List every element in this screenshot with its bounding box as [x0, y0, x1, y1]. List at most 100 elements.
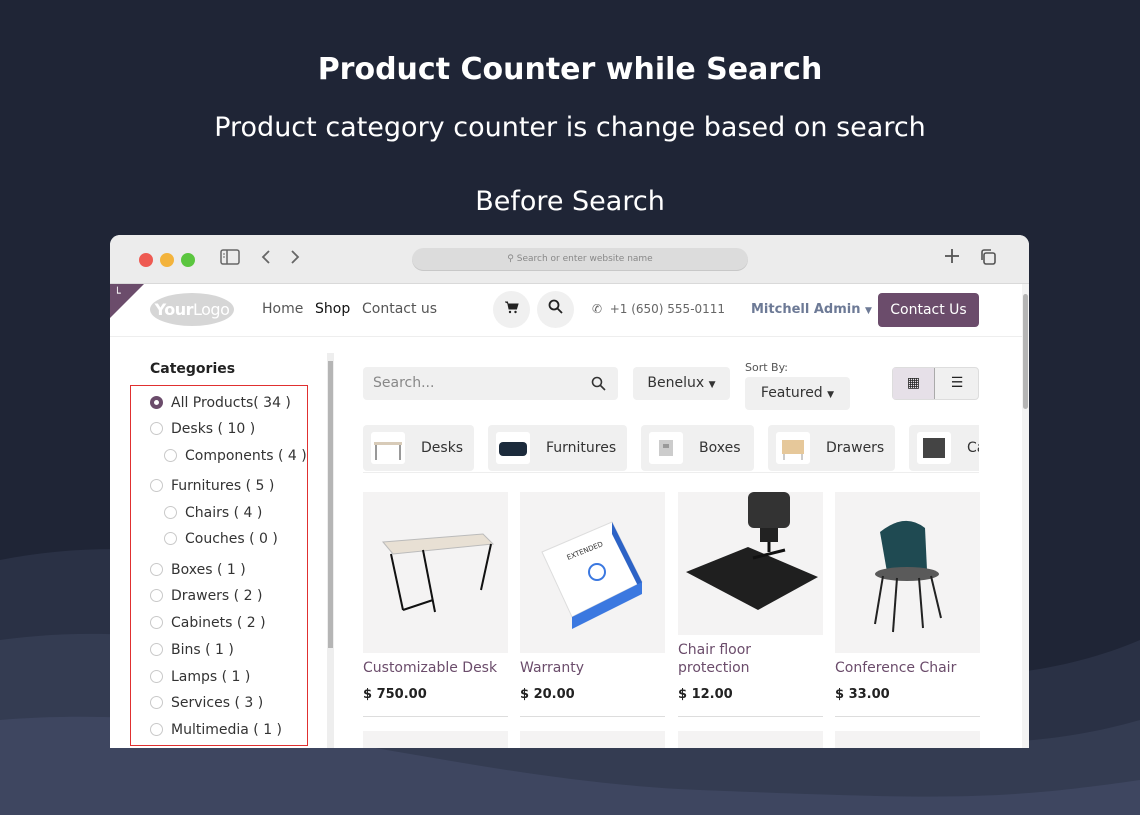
category-drawers[interactable]: Drawers ( 2 ) — [150, 588, 262, 604]
grid-view-icon[interactable]: ▦ — [893, 368, 935, 399]
phone-number[interactable]: ✆ +1 (650) 555-0111 — [592, 302, 725, 316]
user-menu[interactable]: Mitchell Admin ▼ — [751, 302, 872, 317]
product-price: $ 20.00 — [520, 687, 575, 702]
radio[interactable] — [150, 723, 163, 736]
contact-us-button[interactable]: Contact Us — [878, 293, 979, 327]
sidebar-scrollbar[interactable] — [327, 353, 334, 748]
category-couches[interactable]: Couches ( 0 ) — [164, 531, 278, 547]
site-logo[interactable]: YourLogo — [150, 293, 234, 326]
chip-label: Boxes — [699, 440, 741, 456]
radio[interactable] — [150, 479, 163, 492]
product-image-desk[interactable] — [363, 492, 508, 653]
category-label: Desks ( 10 ) — [171, 421, 256, 437]
product-card-partial[interactable] — [363, 731, 508, 748]
chip-cabinets[interactable]: Ca — [909, 425, 979, 471]
forward-icon[interactable] — [289, 249, 301, 270]
category-furnitures[interactable]: Furnitures ( 5 ) — [150, 478, 274, 494]
pricelist-dropdown[interactable]: Benelux ▼ — [633, 367, 730, 400]
page-scrollbar-thumb[interactable] — [1023, 294, 1028, 409]
radio[interactable] — [150, 643, 163, 656]
nav-contact[interactable]: Contact us — [362, 301, 437, 317]
address-placeholder: Search or enter website name — [516, 254, 653, 264]
chip-furnitures[interactable]: Furnitures — [488, 425, 627, 471]
page-scrollbar[interactable] — [1022, 284, 1029, 748]
category-all-products[interactable]: All Products( 34 ) — [150, 395, 291, 411]
divider — [520, 716, 665, 717]
hero-title: Product Counter while Search — [317, 52, 823, 87]
hero-subtitle: Product category counter is change based… — [214, 112, 926, 143]
category-services[interactable]: Services ( 3 ) — [150, 695, 263, 711]
sidebar-toggle-icon[interactable] — [220, 249, 240, 270]
nav-home[interactable]: Home — [262, 301, 303, 317]
product-name[interactable]: Warranty — [520, 659, 665, 677]
product-price: $ 33.00 — [835, 687, 890, 702]
chip-label: Furnitures — [546, 440, 617, 456]
drawer-thumbnail — [776, 432, 810, 464]
product-card[interactable]: Chair floor protection $ 12.00 — [678, 492, 823, 717]
sort-value: Featured — [760, 385, 823, 401]
product-name[interactable]: Customizable Desk — [363, 659, 508, 677]
radio[interactable] — [164, 532, 177, 545]
category-multimedia[interactable]: Multimedia ( 1 ) — [150, 722, 282, 738]
product-card-partial[interactable] — [678, 731, 823, 748]
divider — [835, 716, 980, 717]
plus-icon[interactable] — [943, 247, 961, 270]
maximize-window-button[interactable] — [181, 253, 195, 267]
nav-shop[interactable]: Shop — [315, 301, 350, 317]
radio[interactable] — [164, 506, 177, 519]
radio[interactable] — [150, 563, 163, 576]
category-components[interactable]: Components ( 4 ) — [164, 448, 307, 464]
chip-desks[interactable]: Desks — [363, 425, 474, 471]
radio-selected[interactable] — [150, 396, 163, 409]
radio[interactable] — [150, 696, 163, 709]
radio[interactable] — [150, 670, 163, 683]
chip-drawers[interactable]: Drawers — [768, 425, 895, 471]
product-image-floor-protection[interactable] — [678, 492, 823, 635]
phone-text: +1 (650) 555-0111 — [609, 302, 726, 316]
product-card[interactable]: Conference Chair $ 33.00 — [835, 492, 980, 717]
category-label: Boxes ( 1 ) — [171, 562, 246, 578]
category-desks[interactable]: Desks ( 10 ) — [150, 421, 255, 437]
radio[interactable] — [150, 616, 163, 629]
product-card[interactable]: Customizable Desk $ 750.00 — [363, 492, 508, 717]
back-icon[interactable] — [260, 249, 272, 270]
sort-dropdown[interactable]: Featured ▼ — [745, 377, 850, 410]
category-label: Furnitures ( 5 ) — [171, 478, 275, 494]
product-name[interactable]: Conference Chair — [835, 659, 980, 677]
radio[interactable] — [150, 422, 163, 435]
corner-icon: └ — [114, 287, 121, 300]
category-lamps[interactable]: Lamps ( 1 ) — [150, 669, 250, 685]
search-button[interactable] — [537, 291, 574, 328]
category-label: Couches ( 0 ) — [185, 531, 278, 547]
product-image-warranty[interactable]: EXTENDED — [520, 492, 665, 653]
close-window-button[interactable] — [139, 253, 153, 267]
radio[interactable] — [150, 589, 163, 602]
search-icon[interactable] — [591, 367, 606, 400]
search-icon — [548, 299, 563, 314]
category-label: Bins ( 1 ) — [171, 642, 234, 658]
radio[interactable] — [164, 449, 177, 462]
chip-boxes[interactable]: Boxes — [641, 425, 754, 471]
categories-title: Categories — [150, 361, 236, 377]
product-card-partial[interactable] — [835, 731, 980, 748]
category-label: Cabinets ( 2 ) — [171, 615, 266, 631]
product-name[interactable]: Chair floor protection — [678, 641, 823, 677]
product-image-conference-chair[interactable] — [835, 492, 980, 653]
search-icon: ⚲ — [507, 254, 514, 264]
address-bar[interactable]: ⚲ Search or enter website name — [412, 248, 748, 271]
product-card[interactable]: EXTENDED Warranty $ 20.00 — [520, 492, 665, 717]
minimize-window-button[interactable] — [160, 253, 174, 267]
copy-icon[interactable] — [979, 248, 997, 271]
product-search-input[interactable]: Search... — [363, 367, 618, 400]
sidebar-scrollbar-thumb[interactable] — [328, 361, 333, 648]
category-boxes[interactable]: Boxes ( 1 ) — [150, 562, 246, 578]
category-chairs[interactable]: Chairs ( 4 ) — [164, 505, 262, 521]
category-bins[interactable]: Bins ( 1 ) — [150, 642, 234, 658]
chevron-down-icon: ▼ — [827, 390, 835, 400]
category-label: Drawers ( 2 ) — [171, 588, 263, 604]
product-price: $ 750.00 — [363, 687, 427, 702]
cart-button[interactable] — [493, 291, 530, 328]
list-view-icon[interactable]: ☰ — [936, 368, 978, 399]
product-card-partial[interactable] — [520, 731, 665, 748]
category-cabinets[interactable]: Cabinets ( 2 ) — [150, 615, 266, 631]
